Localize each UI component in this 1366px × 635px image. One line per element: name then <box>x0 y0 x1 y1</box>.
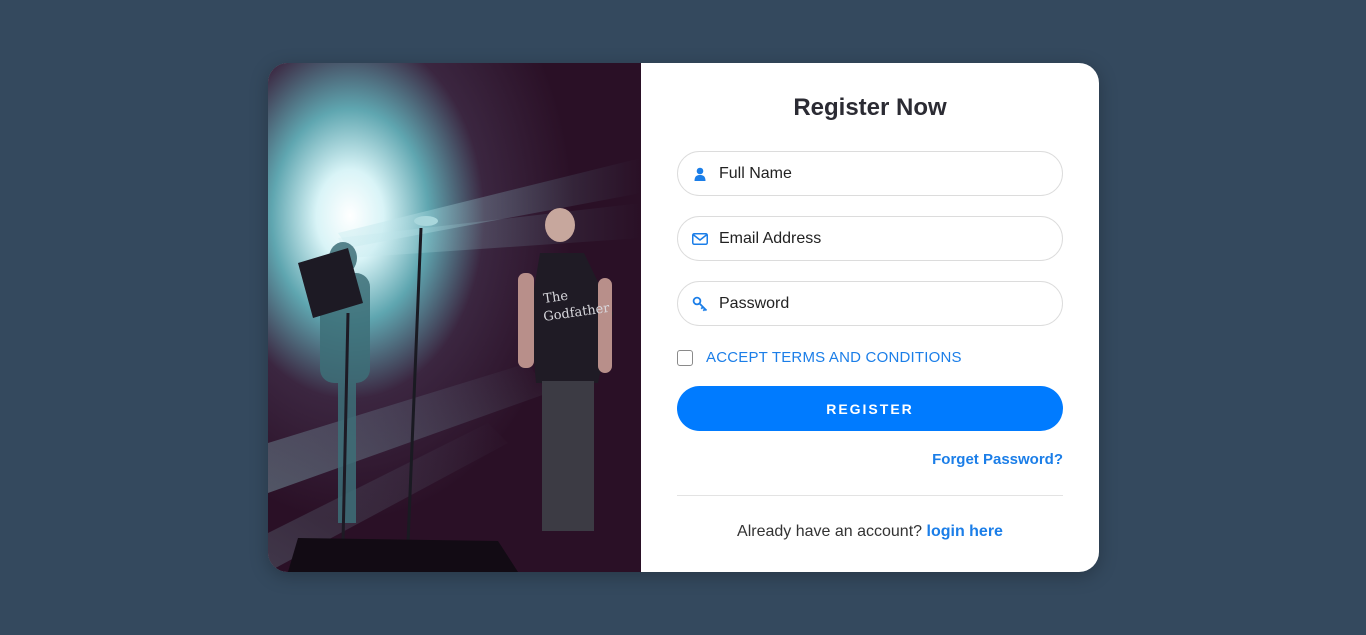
register-card: The Godfather Register Now Full Name Ema… <box>268 63 1099 572</box>
envelope-icon <box>692 231 708 247</box>
email-field[interactable] <box>677 216 1063 261</box>
forget-password-link[interactable]: Forget Password? <box>932 451 1063 468</box>
concert-photo: The Godfather <box>268 63 641 572</box>
terms-label[interactable]: ACCEPT TERMS AND CONDITIONS <box>706 349 962 366</box>
full-name-input[interactable] <box>719 164 1039 183</box>
login-prompt: Already have an account? login here <box>641 523 1099 541</box>
login-link[interactable]: login here <box>927 523 1003 540</box>
terms-checkbox[interactable] <box>677 349 693 366</box>
user-icon <box>692 166 708 182</box>
divider <box>677 495 1063 496</box>
key-icon <box>692 296 708 312</box>
form-title: Register Now <box>793 94 947 121</box>
terms-row: ACCEPT TERMS AND CONDITIONS <box>677 349 962 366</box>
already-account-text: Already have an account? <box>737 523 923 540</box>
password-field[interactable] <box>677 281 1063 326</box>
password-input[interactable] <box>719 294 1039 313</box>
register-form: Register Now Full Name Email Address ACC… <box>641 63 1099 572</box>
full-name-field[interactable] <box>677 151 1063 196</box>
register-button[interactable]: REGISTER <box>677 386 1063 431</box>
email-input[interactable] <box>719 229 1039 248</box>
